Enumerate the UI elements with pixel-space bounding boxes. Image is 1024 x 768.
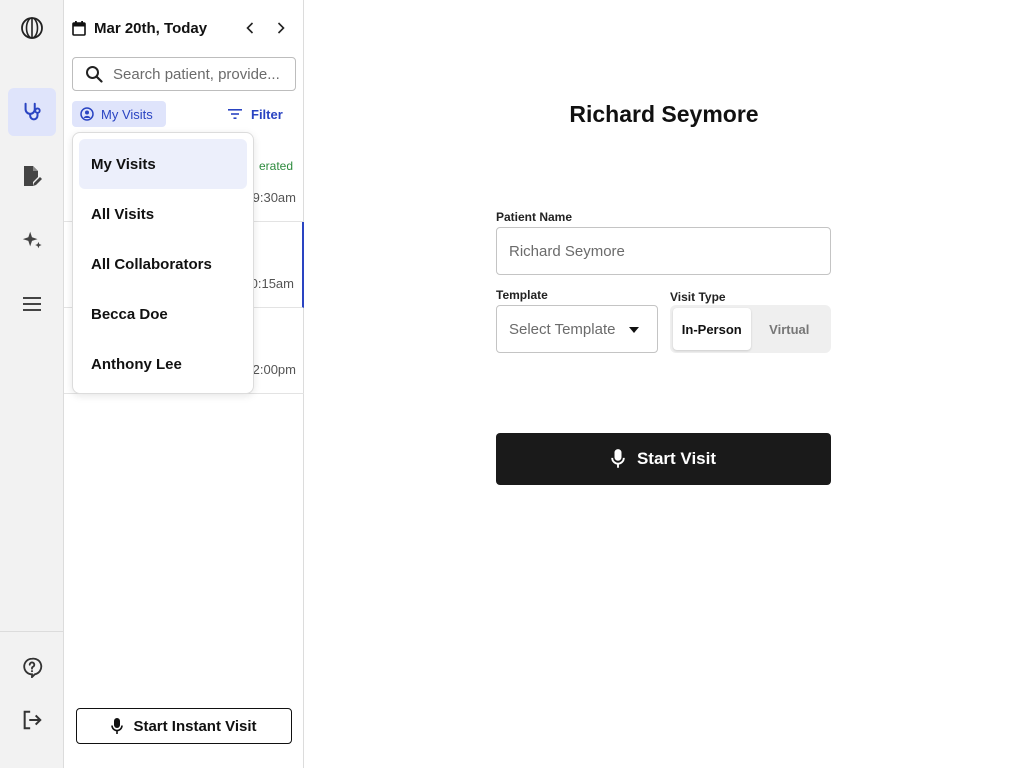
ai-nav-button[interactable]	[8, 216, 56, 264]
visit-time: 0:15am	[250, 276, 294, 291]
date-label: Mar 20th, Today	[94, 19, 208, 37]
date-bar: Mar 20th, Today	[72, 14, 296, 42]
patient-name-label: Patient Name	[496, 210, 573, 224]
sparkle-icon	[22, 231, 42, 249]
stethoscope-icon	[24, 102, 41, 121]
menu-icon	[23, 297, 41, 311]
app-root: Mar 20th, Today My Visits	[0, 0, 1024, 768]
menu-nav-button[interactable]	[8, 280, 56, 328]
nav-rail	[0, 0, 64, 768]
dropdown-option-all-visits[interactable]: All Visits	[79, 189, 247, 239]
visit-scope-chip[interactable]: My Visits	[72, 101, 166, 127]
user-circle-icon	[80, 107, 94, 121]
microphone-icon	[611, 449, 625, 468]
filter-label: Filter	[251, 106, 283, 122]
search-icon	[86, 66, 103, 83]
next-day-button[interactable]	[271, 18, 291, 38]
help-button[interactable]	[8, 643, 56, 691]
logout-icon	[23, 710, 42, 730]
template-select-value: Select Template	[509, 320, 616, 338]
visit-status: erated	[258, 159, 293, 173]
dropdown-option-becca-doe[interactable]: Becca Doe	[79, 289, 247, 339]
visit-type-virtual[interactable]: Virtual	[751, 308, 829, 350]
caret-down-icon	[629, 327, 639, 333]
dropdown-option-my-visits[interactable]: My Visits	[79, 139, 247, 189]
visit-scope-label: My Visits	[101, 106, 153, 122]
visit-type-toggle: In-Person Virtual	[670, 305, 831, 353]
calendar-icon	[72, 20, 86, 36]
patient-name-input[interactable]	[496, 227, 831, 275]
template-select[interactable]: Select Template	[496, 305, 658, 353]
notes-nav-button[interactable]	[8, 152, 56, 200]
previous-day-button[interactable]	[240, 18, 260, 38]
start-instant-visit-label: Start Instant Visit	[133, 717, 257, 735]
search-input[interactable]	[113, 65, 285, 83]
start-visit-button[interactable]: Start Visit	[496, 433, 831, 485]
logo-icon	[21, 17, 43, 39]
visit-type-label: Visit Type	[670, 290, 726, 304]
microphone-icon	[111, 717, 124, 734]
template-label: Template	[496, 288, 548, 302]
filter-button[interactable]: Filter	[228, 101, 283, 127]
visit-time: 9:30am	[252, 190, 296, 205]
visit-type-in-person[interactable]: In-Person	[673, 308, 751, 350]
rail-divider	[0, 631, 64, 632]
patient-title: Richard Seymore	[569, 101, 759, 127]
help-icon	[23, 657, 43, 678]
chevron-left-icon	[246, 22, 254, 34]
search-box	[72, 57, 296, 91]
chevron-right-icon	[277, 22, 285, 34]
dropdown-option-all-collaborators[interactable]: All Collaborators	[79, 239, 247, 289]
start-visit-label: Start Visit	[636, 449, 717, 468]
filter-icon	[228, 109, 242, 119]
visit-time: 2:00pm	[252, 362, 296, 377]
visit-setup-area: Richard Seymore Patient Name Template Se…	[304, 0, 1024, 768]
logo-button[interactable]	[8, 4, 56, 52]
visit-scope-dropdown: My Visits All Visits All Collaborators B…	[72, 132, 254, 394]
logout-button[interactable]	[8, 696, 56, 744]
visits-nav-button[interactable]	[8, 88, 56, 136]
dropdown-option-anthony-lee[interactable]: Anthony Lee	[79, 339, 247, 389]
document-edit-icon	[24, 166, 42, 186]
start-instant-visit-button[interactable]: Start Instant Visit	[76, 708, 292, 744]
